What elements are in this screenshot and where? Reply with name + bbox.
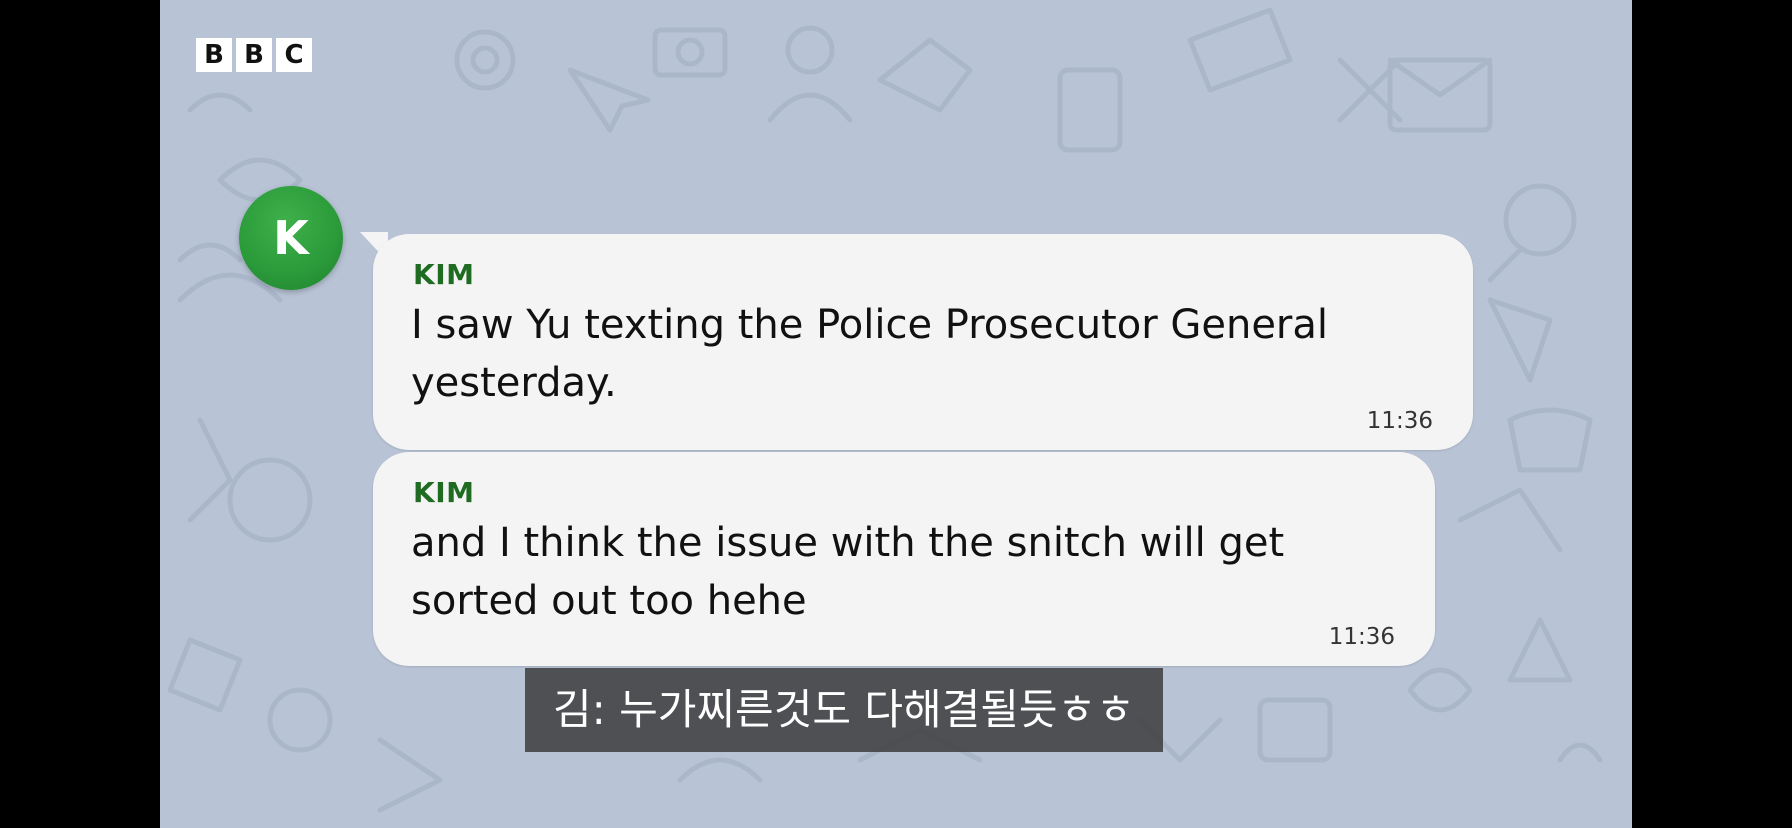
avatar-initial: K [273,211,309,265]
letterbox-left [0,0,160,828]
message-bubble[interactable]: KIM I saw Yu texting the Police Prosecut… [373,234,1473,450]
sender-avatar[interactable]: K [239,186,343,290]
sender-name: KIM [413,476,475,509]
bbc-logo-letter: C [276,38,312,72]
message-time: 11:36 [1366,408,1433,434]
message-bubble[interactable]: KIM and I think the issue with the snitc… [373,452,1435,666]
video-frame: B B C K KIM I saw Yu texting the Police … [160,0,1632,828]
sender-name: KIM [413,258,475,291]
bbc-logo-letter: B [196,38,232,72]
message-time: 11:36 [1328,624,1395,650]
subtitle-caption: 김: 누가찌른것도 다해결될듯ㅎㅎ [525,668,1163,752]
message-text: and I think the issue with the snitch wi… [411,520,1285,624]
message-text: I saw Yu texting the Police Prosecutor G… [411,302,1328,406]
bbc-logo: B B C [196,38,312,72]
bbc-logo-letter: B [236,38,272,72]
letterbox-right [1632,0,1792,828]
